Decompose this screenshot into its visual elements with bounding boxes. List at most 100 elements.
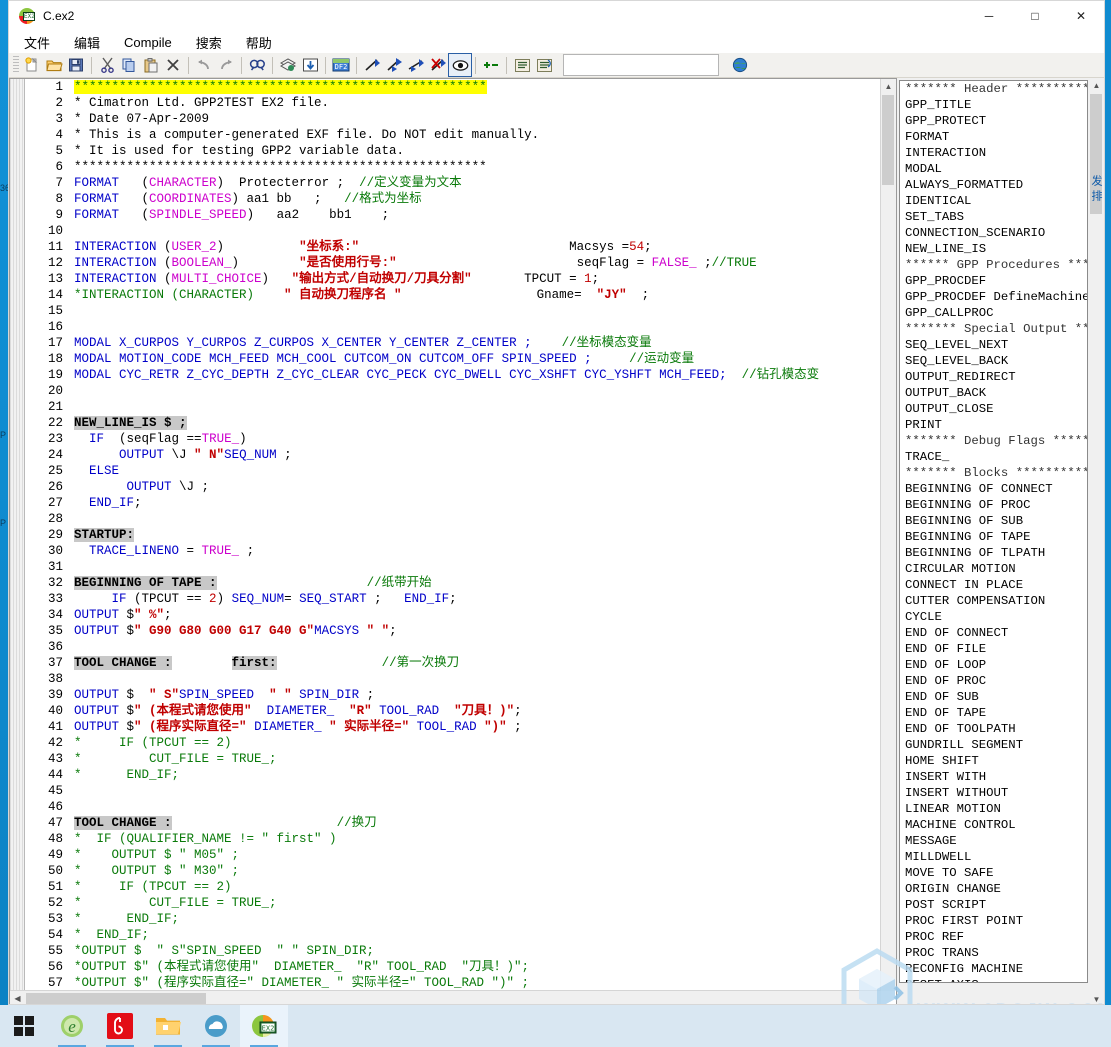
editor-gutter-cell[interactable] bbox=[10, 751, 25, 767]
code-line[interactable]: 4 * This is a computer-generated EXF file… bbox=[10, 127, 896, 143]
save-icon[interactable] bbox=[65, 54, 87, 76]
code-line[interactable]: 47 TOOL CHANGE : //换刀 bbox=[10, 815, 896, 831]
code-line[interactable]: 23 IF (seqFlag ==TRUE_) bbox=[10, 431, 896, 447]
side-tab-2[interactable]: 排 bbox=[1088, 188, 1104, 203]
command-list-item[interactable]: CONNECT IN PLACE bbox=[900, 577, 1087, 593]
editor-gutter-cell[interactable] bbox=[10, 303, 25, 319]
compile-stack-icon[interactable] bbox=[277, 54, 299, 76]
new-file-icon[interactable] bbox=[21, 54, 43, 76]
editor-gutter-cell[interactable] bbox=[10, 847, 25, 863]
editor-gutter-cell[interactable] bbox=[10, 463, 25, 479]
code-line[interactable]: 2 * Cimatron Ltd. GPP2TEST EX2 file. bbox=[10, 95, 896, 111]
command-list-item[interactable]: END OF TAPE bbox=[900, 705, 1087, 721]
editor-gutter-cell[interactable] bbox=[10, 79, 25, 95]
code-text[interactable]: IF (TPCUT == 2) SEQ_NUM= SEQ_START ; END… bbox=[69, 591, 896, 607]
editor-gutter-cell[interactable] bbox=[10, 959, 25, 975]
code-line[interactable]: 39 OUTPUT $ " S"SPIN_SPEED " " SPIN_DIR ; bbox=[10, 687, 896, 703]
scroll-left-arrow[interactable]: ◀ bbox=[10, 991, 25, 1004]
editor-gutter-cell[interactable] bbox=[10, 335, 25, 351]
command-list-item[interactable]: MOVE TO SAFE bbox=[900, 865, 1087, 881]
outdent-icon[interactable] bbox=[533, 54, 555, 76]
code-text[interactable]: OUTPUT \J " N"SEQ_NUM ; bbox=[69, 447, 896, 463]
code-text[interactable] bbox=[69, 799, 896, 815]
command-list-item[interactable]: END OF TOOLPATH bbox=[900, 721, 1087, 737]
command-list-item[interactable]: END OF CONNECT bbox=[900, 625, 1087, 641]
code-text[interactable]: OUTPUT $" %"; bbox=[69, 607, 896, 623]
find-icon[interactable] bbox=[246, 54, 268, 76]
watch-eye-icon[interactable] bbox=[448, 53, 472, 77]
editor-gutter-cell[interactable] bbox=[10, 191, 25, 207]
command-list-item[interactable]: BEGINNING OF TAPE bbox=[900, 529, 1087, 545]
code-line[interactable]: 51 * IF (TPCUT == 2) bbox=[10, 879, 896, 895]
code-line[interactable]: 34 OUTPUT $" %"; bbox=[10, 607, 896, 623]
step-over-flag-icon[interactable] bbox=[405, 54, 427, 76]
editor-gutter-cell[interactable] bbox=[10, 863, 25, 879]
editor-gutter-cell[interactable] bbox=[10, 447, 25, 463]
code-line[interactable]: 9 FORMAT (SPINDLE_SPEED) aa2 bb1 ; bbox=[10, 207, 896, 223]
editor-gutter-cell[interactable] bbox=[10, 239, 25, 255]
code-text[interactable]: * OUTPUT $ " M05" ; bbox=[69, 847, 896, 863]
command-list-item[interactable]: MILLDWELL bbox=[900, 849, 1087, 865]
editor-gutter-cell[interactable] bbox=[10, 591, 25, 607]
code-line[interactable]: 33 IF (TPCUT == 2) SEQ_NUM= SEQ_START ; … bbox=[10, 591, 896, 607]
command-list-item[interactable]: GPP_PROCDEF bbox=[900, 273, 1087, 289]
command-list-item[interactable]: SEQ_LEVEL_NEXT bbox=[900, 337, 1087, 353]
menu-edit[interactable]: 编辑 bbox=[71, 32, 103, 53]
cut-icon[interactable] bbox=[96, 54, 118, 76]
editor-gutter-cell[interactable] bbox=[10, 367, 25, 383]
code-text[interactable]: TOOL CHANGE : first: //第一次换刀 bbox=[69, 655, 896, 671]
editor-gutter-cell[interactable] bbox=[10, 543, 25, 559]
code-text[interactable]: END_IF; bbox=[69, 495, 896, 511]
editor-gutter-cell[interactable] bbox=[10, 287, 25, 303]
code-line[interactable]: 37 TOOL CHANGE : first: //第一次换刀 bbox=[10, 655, 896, 671]
code-text[interactable]: MODAL MOTION_CODE MCH_FEED MCH_COOL CUTC… bbox=[69, 351, 896, 367]
editor-gutter-cell[interactable] bbox=[10, 511, 25, 527]
editor-gutter-cell[interactable] bbox=[10, 879, 25, 895]
open-folder-icon[interactable] bbox=[43, 54, 65, 76]
scroll-up-arrow[interactable]: ▲ bbox=[881, 79, 896, 94]
code-text[interactable]: INTERACTION (USER_2) "坐标系:" Macsys =54; bbox=[69, 239, 896, 255]
code-text[interactable]: * IF (TPCUT == 2) bbox=[69, 735, 896, 751]
taskbar-ex2-editor[interactable]: EX2 bbox=[240, 1005, 288, 1047]
code-line[interactable]: 27 END_IF; bbox=[10, 495, 896, 511]
code-text[interactable] bbox=[69, 223, 896, 239]
command-list-item[interactable]: SEQ_LEVEL_BACK bbox=[900, 353, 1087, 369]
code-line[interactable]: 8 FORMAT (COORDINATES) aa1 bb ; //格式为坐标 bbox=[10, 191, 896, 207]
editor-vscroll-thumb[interactable] bbox=[882, 95, 894, 185]
editor-gutter-cell[interactable] bbox=[10, 175, 25, 191]
indent-icon[interactable] bbox=[511, 54, 533, 76]
code-lines[interactable]: 1 ***************************************… bbox=[10, 79, 896, 1004]
command-list-item[interactable]: BEGINNING OF SUB bbox=[900, 513, 1087, 529]
code-line[interactable]: 36 bbox=[10, 639, 896, 655]
editor-gutter-cell[interactable] bbox=[10, 735, 25, 751]
code-text[interactable]: ****************************************… bbox=[69, 159, 896, 175]
command-list-item[interactable]: RESET AXIS bbox=[900, 977, 1087, 982]
code-line[interactable]: 6 ***************************************… bbox=[10, 159, 896, 175]
command-list-item[interactable]: MESSAGE bbox=[900, 833, 1087, 849]
code-text[interactable]: OUTPUT $" (本程式请您使用" DIAMETER_ "R" TOOL_R… bbox=[69, 703, 896, 719]
command-list-item[interactable]: END OF LOOP bbox=[900, 657, 1087, 673]
editor-gutter-cell[interactable] bbox=[10, 607, 25, 623]
code-line[interactable]: 30 TRACE_LINENO = TRUE_ ; bbox=[10, 543, 896, 559]
code-text[interactable]: FORMAT (CHARACTER) Protecterror ; //定义变量… bbox=[69, 175, 896, 191]
download-icon[interactable] bbox=[299, 54, 321, 76]
command-list-item[interactable]: PROC TRANS bbox=[900, 945, 1087, 961]
code-line[interactable]: 25 ELSE bbox=[10, 463, 896, 479]
code-text[interactable] bbox=[69, 319, 896, 335]
taskbar-onedrive[interactable] bbox=[192, 1005, 240, 1047]
command-list-item[interactable]: SET_TABS bbox=[900, 209, 1087, 225]
code-line[interactable]: 50 * OUTPUT $ " M30" ; bbox=[10, 863, 896, 879]
editor-gutter-cell[interactable] bbox=[10, 655, 25, 671]
toolbar-text-field[interactable] bbox=[563, 54, 719, 76]
command-list-item[interactable]: BEGINNING OF CONNECT bbox=[900, 481, 1087, 497]
editor-gutter-cell[interactable] bbox=[10, 831, 25, 847]
code-text[interactable]: INTERACTION (BOOLEAN_) "是否使用行号:" seqFlag… bbox=[69, 255, 896, 271]
code-text[interactable]: ELSE bbox=[69, 463, 896, 479]
code-line[interactable]: 5 * It is used for testing GPP2 variable … bbox=[10, 143, 896, 159]
editor-gutter-cell[interactable] bbox=[10, 639, 25, 655]
code-text[interactable]: BEGINNING OF TAPE : //纸带开始 bbox=[69, 575, 896, 591]
taskbar-netease-music[interactable] bbox=[96, 1005, 144, 1047]
code-line[interactable]: 42 * IF (TPCUT == 2) bbox=[10, 735, 896, 751]
code-text[interactable] bbox=[69, 559, 896, 575]
code-text[interactable]: * CUT_FILE = TRUE_; bbox=[69, 751, 896, 767]
